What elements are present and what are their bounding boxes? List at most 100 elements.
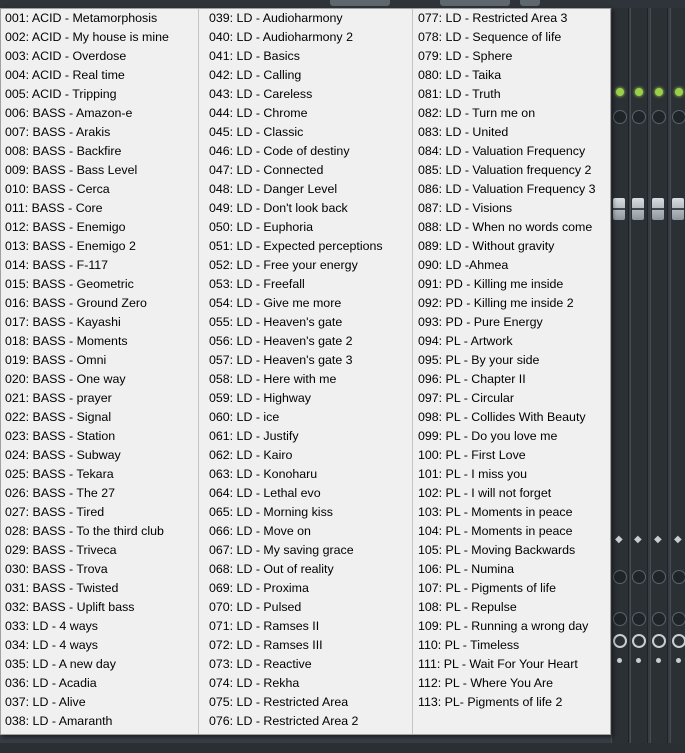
preset-item[interactable]: 104: PL - Moments in peace [414, 522, 610, 541]
mixer-top-tab[interactable] [440, 0, 510, 6]
preset-item[interactable]: 112: PL - Where You Are [414, 674, 610, 693]
pan-arrows-icon[interactable]: ◆ [674, 535, 682, 545]
preset-item[interactable]: 021: BASS - prayer [1, 389, 198, 408]
send-led-icon[interactable] [616, 88, 624, 96]
preset-item[interactable]: 101: PL - I miss you [414, 465, 610, 484]
knob-icon[interactable] [672, 612, 685, 626]
preset-item[interactable]: 038: LD - Amaranth [1, 712, 198, 731]
preset-item[interactable]: 107: PL - Pigments of life [414, 579, 610, 598]
preset-item[interactable]: 044: LD - Chrome [205, 104, 412, 123]
preset-item[interactable]: 073: LD - Reactive [205, 655, 412, 674]
preset-item[interactable]: 008: BASS - Backfire [1, 142, 198, 161]
knob-icon[interactable] [632, 570, 646, 584]
preset-item[interactable]: 080: LD - Taika [414, 66, 610, 85]
preset-item[interactable]: 049: LD - Don't look back [205, 199, 412, 218]
preset-item[interactable]: 063: LD - Konoharu [205, 465, 412, 484]
preset-item[interactable]: 096: PL - Chapter II [414, 370, 610, 389]
preset-item[interactable]: 007: BASS - Arakis [1, 123, 198, 142]
knob-icon[interactable] [632, 110, 646, 124]
preset-item[interactable]: 083: LD - United [414, 123, 610, 142]
fader-icon[interactable] [652, 198, 664, 220]
preset-item[interactable]: 048: LD - Danger Level [205, 180, 412, 199]
preset-item[interactable]: 015: BASS - Geometric [1, 275, 198, 294]
preset-item[interactable]: 052: LD - Free your energy [205, 256, 412, 275]
preset-item[interactable]: 108: PL - Repulse [414, 598, 610, 617]
preset-item[interactable]: 019: BASS - Omni [1, 351, 198, 370]
pan-arrows-icon[interactable]: ◆ [654, 535, 662, 545]
fader-icon[interactable] [672, 198, 684, 220]
preset-item[interactable]: 062: LD - Kairo [205, 446, 412, 465]
preset-item[interactable]: 105: PL - Moving Backwards [414, 541, 610, 560]
preset-item[interactable]: 057: LD - Heaven's gate 3 [205, 351, 412, 370]
preset-item[interactable]: 078: LD - Sequence of life [414, 28, 610, 47]
clock-icon[interactable] [652, 634, 666, 648]
mixer-top-tab[interactable] [330, 0, 390, 6]
preset-item[interactable]: 074: LD - Rekha [205, 674, 412, 693]
preset-item[interactable]: 076: LD - Restricted Area 2 [205, 712, 412, 731]
preset-item[interactable]: 011: BASS - Core [1, 199, 198, 218]
preset-item[interactable]: 068: LD - Out of reality [205, 560, 412, 579]
preset-item[interactable]: 023: BASS - Station [1, 427, 198, 446]
preset-item[interactable]: 109: PL - Running a wrong day [414, 617, 610, 636]
preset-item[interactable]: 093: PD - Pure Energy [414, 313, 610, 332]
preset-item[interactable]: 071: LD - Ramses II [205, 617, 412, 636]
preset-item[interactable]: 110: PL - Timeless [414, 636, 610, 655]
preset-item[interactable]: 094: PL - Artwork [414, 332, 610, 351]
preset-item[interactable]: 001: ACID - Metamorphosis [1, 9, 198, 28]
knob-icon[interactable] [672, 570, 685, 584]
preset-item[interactable]: 037: LD - Alive [1, 693, 198, 712]
preset-item[interactable]: 081: LD - Truth [414, 85, 610, 104]
preset-item[interactable]: 097: PL - Circular [414, 389, 610, 408]
preset-item[interactable]: 005: ACID - Tripping [1, 85, 198, 104]
preset-item[interactable]: 053: LD - Freefall [205, 275, 412, 294]
preset-item[interactable]: 002: ACID - My house is mine [1, 28, 198, 47]
knob-icon[interactable] [672, 110, 685, 124]
preset-item[interactable]: 113: PL- Pigments of life 2 [414, 693, 610, 712]
preset-item[interactable]: 022: BASS - Signal [1, 408, 198, 427]
send-led-icon[interactable] [675, 88, 683, 96]
preset-item[interactable]: 066: LD - Move on [205, 522, 412, 541]
preset-item[interactable]: 091: PD - Killing me inside [414, 275, 610, 294]
preset-item[interactable]: 059: LD - Highway [205, 389, 412, 408]
preset-item[interactable]: 088: LD - When no words come [414, 218, 610, 237]
preset-item[interactable]: 092: PD - Killing me inside 2 [414, 294, 610, 313]
preset-item[interactable]: 027: BASS - Tired [1, 503, 198, 522]
preset-item[interactable]: 020: BASS - One way [1, 370, 198, 389]
preset-item[interactable]: 036: LD - Acadia [1, 674, 198, 693]
preset-item[interactable]: 029: BASS - Triveca [1, 541, 198, 560]
preset-item[interactable]: 032: BASS - Uplift bass [1, 598, 198, 617]
preset-item[interactable]: 012: BASS - Enemigo [1, 218, 198, 237]
preset-item[interactable]: 064: LD - Lethal evo [205, 484, 412, 503]
preset-item[interactable]: 103: PL - Moments in peace [414, 503, 610, 522]
preset-item[interactable]: 014: BASS - F-117 [1, 256, 198, 275]
knob-icon[interactable] [652, 612, 666, 626]
knob-icon[interactable] [613, 110, 627, 124]
preset-item[interactable]: 025: BASS - Tekara [1, 465, 198, 484]
preset-item[interactable]: 069: LD - Proxima [205, 579, 412, 598]
preset-item[interactable]: 060: LD - ice [205, 408, 412, 427]
preset-item[interactable]: 090: LD -Ahmea [414, 256, 610, 275]
preset-item[interactable]: 045: LD - Classic [205, 123, 412, 142]
preset-item[interactable]: 102: PL - I will not forget [414, 484, 610, 503]
knob-icon[interactable] [632, 612, 646, 626]
preset-item[interactable]: 051: LD - Expected perceptions [205, 237, 412, 256]
preset-item[interactable]: 077: LD - Restricted Area 3 [414, 9, 610, 28]
mixer-top-tab[interactable] [520, 0, 540, 6]
preset-item[interactable]: 039: LD - Audioharmony [205, 9, 412, 28]
pan-arrows-icon[interactable]: ◆ [634, 535, 642, 545]
preset-item[interactable]: 106: PL - Numina [414, 560, 610, 579]
preset-item[interactable]: 089: LD - Without gravity [414, 237, 610, 256]
preset-item[interactable]: 099: PL - Do you love me [414, 427, 610, 446]
preset-item[interactable]: 017: BASS - Kayashi [1, 313, 198, 332]
preset-item[interactable]: 079: LD - Sphere [414, 47, 610, 66]
preset-item[interactable]: 067: LD - My saving grace [205, 541, 412, 560]
preset-item[interactable]: 098: PL - Collides With Beauty [414, 408, 610, 427]
preset-item[interactable]: 065: LD - Morning kiss [205, 503, 412, 522]
preset-item[interactable]: 087: LD - Visions [414, 199, 610, 218]
preset-item[interactable]: 041: LD - Basics [205, 47, 412, 66]
preset-item[interactable]: 061: LD - Justify [205, 427, 412, 446]
preset-item[interactable]: 058: LD - Here with me [205, 370, 412, 389]
clock-icon[interactable] [672, 634, 685, 648]
preset-item[interactable]: 034: LD - 4 ways [1, 636, 198, 655]
preset-item[interactable]: 056: LD - Heaven's gate 2 [205, 332, 412, 351]
